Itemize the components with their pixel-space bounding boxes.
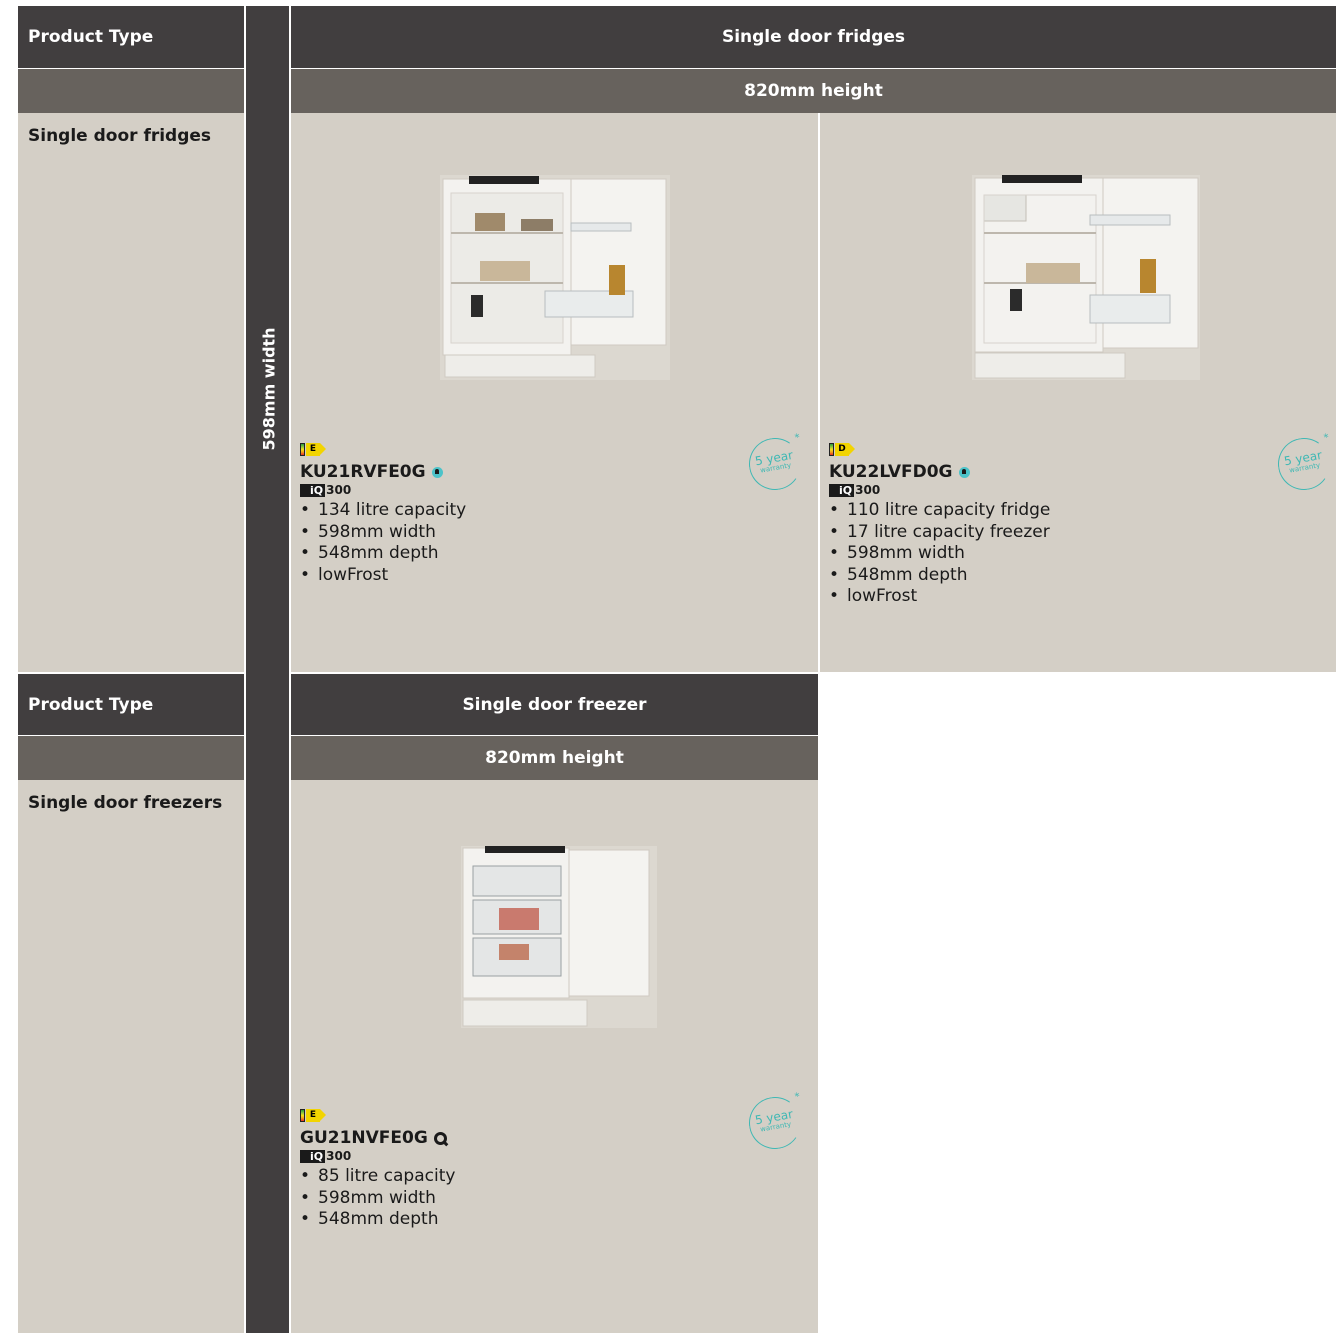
spec-list: 110 litre capacity fridge 17 litre capac… (829, 500, 1269, 608)
energy-label-icon: D (829, 443, 855, 456)
spec-item: 110 litre capacity fridge (829, 500, 1269, 522)
energy-label-icon: E (300, 1109, 326, 1122)
series-badge: iQ 300 (829, 483, 1269, 497)
spec-item: 598mm width (300, 1188, 740, 1210)
category-header-fridges: Single door fridges (291, 6, 1336, 68)
spec-item: 548mm depth (829, 565, 1269, 587)
product-type-label: Product Type (28, 27, 154, 47)
energy-label-icon: E (300, 443, 326, 456)
lowfrost-icon (958, 466, 970, 478)
category-header-freezer: Single door freezer (291, 674, 818, 735)
product-type-header: Product Type (18, 6, 244, 68)
search-q-icon (433, 1131, 447, 1145)
row-label-text: Single door freezers (28, 793, 223, 813)
height-label: 820mm height (485, 748, 624, 768)
spec-item: 548mm depth (300, 543, 800, 565)
product-type-label: Product Type (28, 694, 154, 715)
product-type-subheader (18, 736, 244, 780)
product-cell: D KU22LVFD0G iQ300 110 litre capacity fr… (820, 113, 1336, 672)
fridge-image (440, 175, 670, 380)
series-badge: iQ 300 (300, 1149, 740, 1163)
warranty-badge-icon: * 5 year warranty (744, 1091, 806, 1154)
spec-list: 85 litre capacity 598mm width 548mm dept… (300, 1166, 740, 1231)
spec-item: 598mm width (300, 522, 800, 544)
row-label-freezers: Single door freezers (18, 780, 244, 1333)
product-model: KU21RVFE0G (300, 462, 800, 482)
spec-item: lowFrost (829, 586, 1269, 608)
spec-item: 85 litre capacity (300, 1166, 740, 1188)
category-header-text: Single door fridges (721, 27, 906, 47)
fridge-freezer-image (972, 175, 1200, 380)
product-type-header: Product Type (18, 674, 244, 735)
series-badge: iQ 300 (300, 483, 800, 497)
category-header-text: Single door freezer (462, 694, 647, 715)
spec-item: 598mm width (829, 543, 1269, 565)
spec-item: 548mm depth (300, 1209, 740, 1231)
row-label-text: Single door fridges (28, 126, 212, 146)
width-column (246, 6, 289, 1333)
freezer-image (461, 846, 657, 1028)
spec-list: 134 litre capacity 598mm width 548mm dep… (300, 500, 800, 586)
spec-item: 17 litre capacity freezer (829, 522, 1269, 544)
height-header-fridges: 820mm height (291, 69, 1336, 113)
width-label: 598mm width (259, 327, 279, 451)
product-model: KU22LVFD0G (829, 462, 1269, 482)
product-cell: E KU21RVFE0G iQ300 134 litre capacity 59… (291, 113, 818, 672)
row-label-fridges: Single door fridges (18, 113, 244, 672)
warranty-badge-icon: * 5 year warranty (1273, 432, 1335, 495)
product-type-subheader (18, 69, 244, 113)
height-label: 820mm height (744, 81, 883, 101)
spec-item: 134 litre capacity (300, 500, 800, 522)
product-cell: E GU21NVFE0G iQ300 85 litre capacity 598… (291, 780, 818, 1333)
spec-item: lowFrost (300, 565, 800, 587)
height-header-freezer: 820mm height (291, 736, 818, 780)
lowfrost-icon (431, 466, 443, 478)
product-model: GU21NVFE0G (300, 1128, 740, 1148)
